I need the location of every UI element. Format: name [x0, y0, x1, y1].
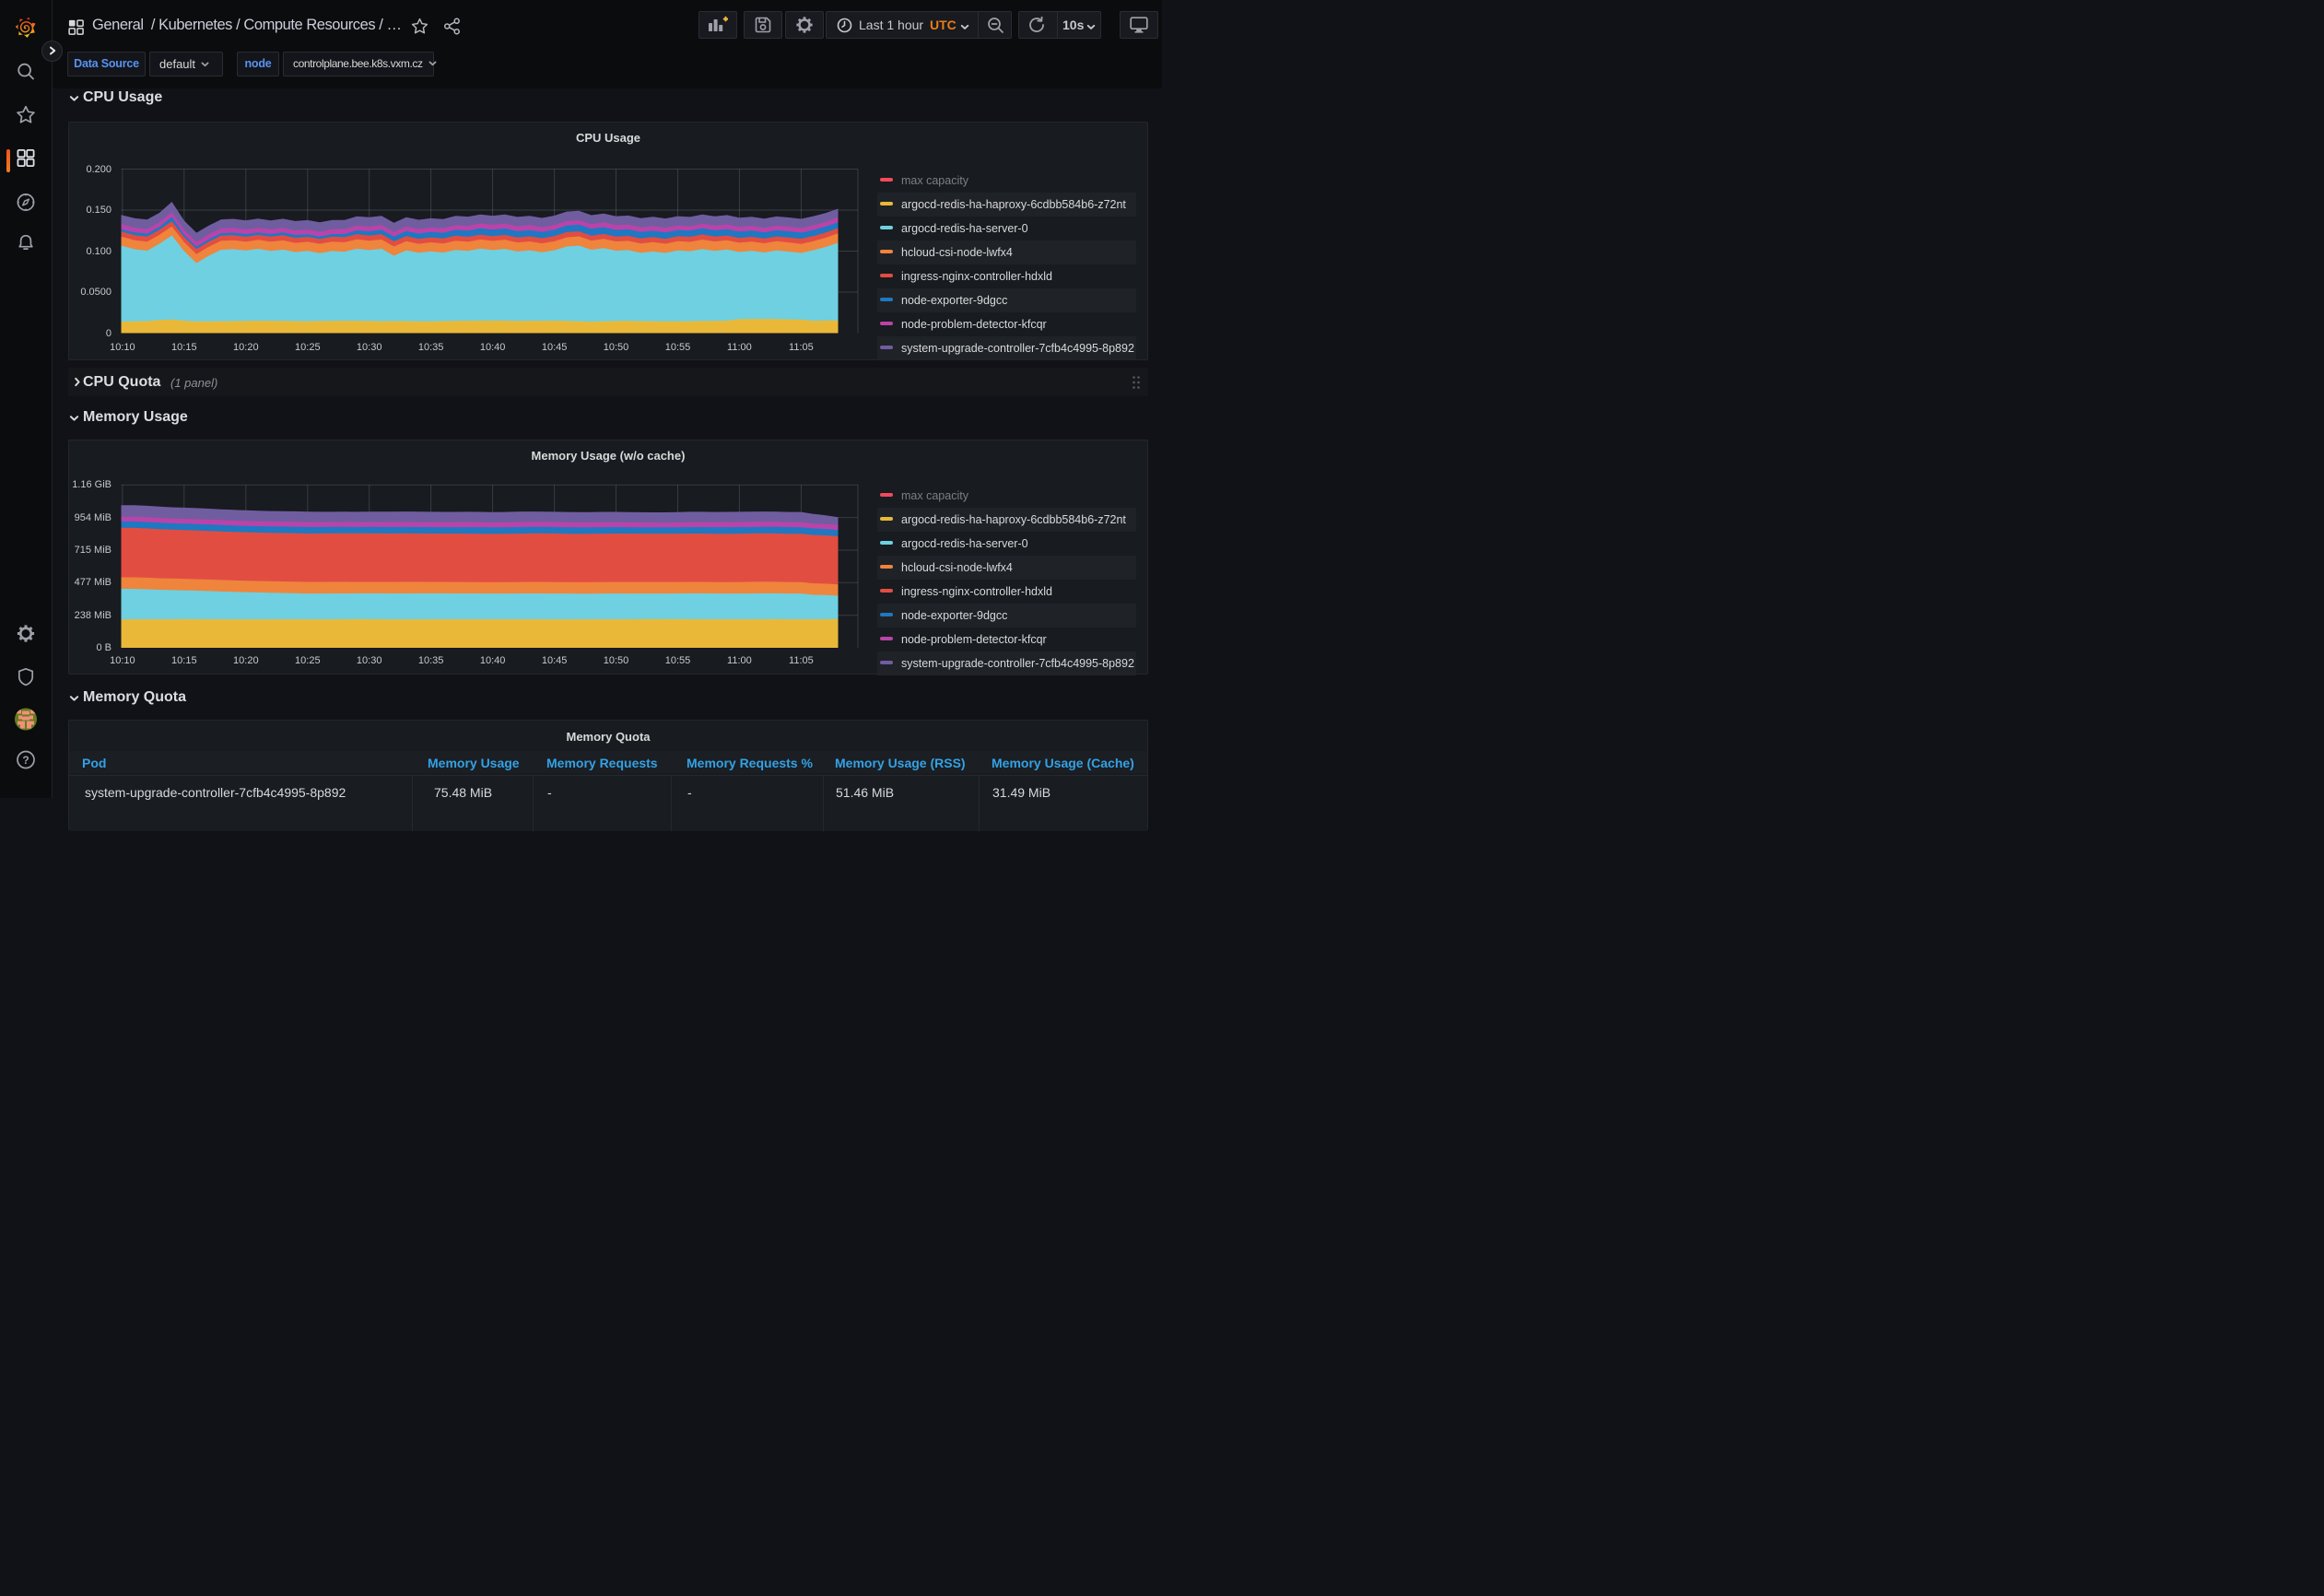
- svg-text:?: ?: [22, 754, 29, 767]
